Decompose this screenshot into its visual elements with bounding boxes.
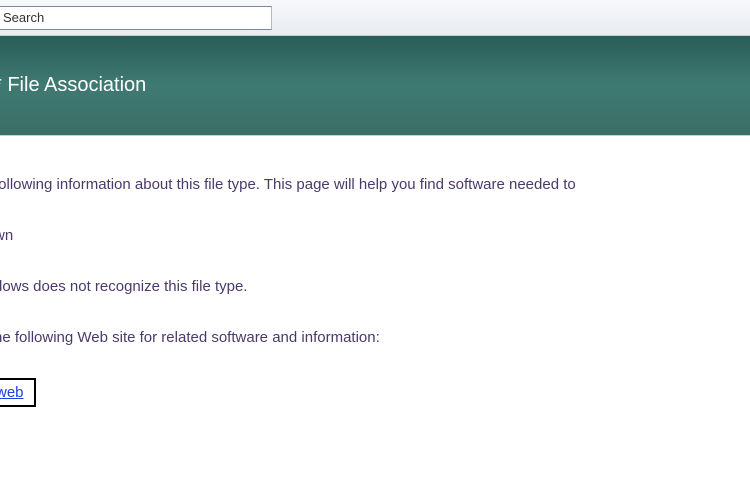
page-content: following information about this file ty… xyxy=(0,136,750,407)
instruction-text: he following Web site for related softwa… xyxy=(0,327,750,348)
search-input[interactable]: Search xyxy=(0,6,272,30)
web-link[interactable]: web xyxy=(0,384,24,401)
page-banner: * File Association xyxy=(0,36,750,136)
description-text: dows does not recognize this file type. xyxy=(0,276,750,297)
filetype-text: wn xyxy=(0,225,750,246)
intro-text: following information about this file ty… xyxy=(0,174,750,195)
web-link-container: web xyxy=(0,378,36,407)
browser-toolbar: Search xyxy=(0,0,750,36)
search-label: Search xyxy=(3,7,44,29)
page-title: * File Association xyxy=(0,74,146,97)
